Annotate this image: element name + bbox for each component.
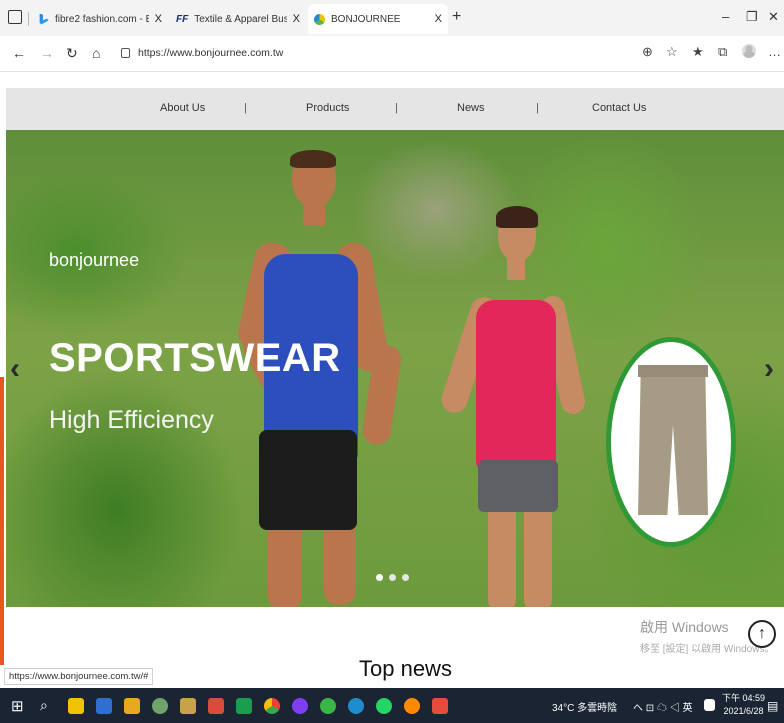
back-icon[interactable]: ← bbox=[12, 45, 26, 61]
runner-woman-hair bbox=[496, 206, 538, 228]
forward-icon[interactable]: → bbox=[40, 45, 54, 61]
address-bar-input[interactable]: https://www.bonjournee.com.tw bbox=[138, 47, 283, 59]
new-tab-button[interactable]: + bbox=[452, 8, 461, 26]
top-news-heading: Top news bbox=[359, 656, 452, 681]
hero-carousel: bonjournee SPORTSWEAR High Efficiency ‹ … bbox=[6, 130, 784, 607]
runner-woman-leg bbox=[524, 502, 552, 607]
ime-icon[interactable] bbox=[704, 699, 715, 711]
profile-avatar[interactable] bbox=[742, 44, 756, 58]
app-icon[interactable] bbox=[180, 698, 196, 714]
nav-products[interactable]: Products bbox=[306, 102, 349, 114]
bing-icon bbox=[39, 13, 49, 25]
scroll-to-top-button[interactable]: ↑ bbox=[748, 620, 776, 648]
app-icon[interactable] bbox=[432, 698, 448, 714]
nav-separator: | bbox=[536, 102, 539, 114]
carousel-indicators bbox=[376, 574, 409, 581]
nav-contact-us[interactable]: Contact Us bbox=[592, 102, 646, 114]
tab-close-button[interactable]: X bbox=[435, 13, 442, 25]
hero-title: SPORTSWEAR bbox=[49, 336, 341, 380]
taskbar-clock[interactable]: 下午 04:59 2021/6/28 bbox=[722, 692, 765, 718]
tab-close-button[interactable]: X bbox=[155, 13, 162, 25]
hero-subtitle: High Efficiency bbox=[49, 406, 214, 434]
messenger-icon[interactable] bbox=[292, 698, 308, 714]
runner-man-shorts bbox=[259, 430, 357, 530]
minimize-button[interactable]: – bbox=[722, 9, 729, 24]
app-icon[interactable] bbox=[236, 698, 252, 714]
tab-label: fibre2 fashion.com - Bing bbox=[55, 13, 149, 25]
side-accent-bar bbox=[0, 377, 4, 665]
nav-separator: | bbox=[244, 102, 247, 114]
tab-fibre2fashion[interactable]: FF Textile & Apparel Business Soluti X bbox=[170, 4, 306, 34]
clock-time: 下午 04:59 bbox=[722, 693, 766, 703]
shorts-waistband bbox=[638, 365, 708, 377]
clock-date: 2021/6/28 bbox=[723, 706, 764, 716]
carousel-dot[interactable] bbox=[376, 574, 383, 581]
app-icon[interactable] bbox=[320, 698, 336, 714]
windows-activation-title: 啟用 Windows bbox=[640, 619, 729, 635]
nav-about-us[interactable]: About Us bbox=[160, 102, 205, 114]
carousel-dot[interactable] bbox=[389, 574, 396, 581]
chrome-icon[interactable] bbox=[264, 698, 280, 714]
nav-news[interactable]: News bbox=[457, 102, 485, 114]
store-icon[interactable] bbox=[68, 698, 84, 714]
carousel-prev-arrow-icon[interactable]: ‹ bbox=[10, 352, 20, 386]
hero-brand: bonjournee bbox=[49, 250, 140, 270]
tab-divider bbox=[28, 12, 29, 26]
restore-button[interactable]: ❐ bbox=[746, 9, 758, 25]
edge-icon[interactable] bbox=[348, 698, 364, 714]
zoom-icon[interactable]: ⊕ bbox=[642, 44, 653, 60]
browser-toolbar: ← → ↻ ⌂ https://www.bonjournee.com.tw ⊕ … bbox=[0, 36, 784, 72]
weather-widget[interactable]: 34°C 多雲時陰 bbox=[552, 699, 617, 714]
folder-icon[interactable] bbox=[124, 698, 140, 714]
file-explorer-icon[interactable] bbox=[96, 698, 112, 714]
runner-man-leg bbox=[268, 520, 302, 607]
tab-actions-icon[interactable] bbox=[8, 10, 22, 24]
favorites-icon[interactable]: ★ bbox=[692, 44, 704, 60]
home-icon[interactable]: ⌂ bbox=[92, 45, 100, 61]
runner-woman-shorts bbox=[478, 460, 558, 512]
notification-icon[interactable]: ▤ bbox=[767, 699, 778, 713]
app-icon[interactable] bbox=[208, 698, 224, 714]
tab-label: BONJOURNEE bbox=[331, 13, 401, 25]
windows-taskbar: ⊞ ⌕ 34°C 多雲時陰 へ ⊡ ☁ ◁ 英 下午 04:59 2021/6/… bbox=[0, 688, 784, 723]
web-page: About Us | Products | News | Contact Us bbox=[0, 72, 784, 665]
add-favorite-icon[interactable]: ☆ bbox=[666, 44, 678, 60]
system-tray-icons[interactable]: へ ⊡ ☁ ◁ 英 bbox=[633, 699, 693, 714]
runner-man-hair bbox=[290, 150, 336, 168]
carousel-next-arrow-icon[interactable]: › bbox=[764, 352, 774, 386]
browser-tab-strip: fibre2 fashion.com - Bing X FF Textile &… bbox=[0, 0, 784, 36]
more-menu-icon[interactable]: … bbox=[768, 44, 781, 59]
nav-separator: | bbox=[395, 102, 398, 114]
windows-start-icon[interactable]: ⊞ bbox=[11, 697, 24, 715]
runner-woman-leg bbox=[488, 502, 516, 607]
site-navigation: About Us | Products | News | Contact Us bbox=[6, 88, 784, 130]
collections-icon[interactable]: ⧉ bbox=[718, 44, 727, 60]
refresh-icon[interactable]: ↻ bbox=[66, 45, 78, 62]
status-bar-url: https://www.bonjournee.com.tw/# bbox=[4, 668, 154, 685]
tab-bing[interactable]: fibre2 fashion.com - Bing X bbox=[32, 4, 168, 34]
runner-woman-pink-tank bbox=[476, 300, 556, 470]
close-window-button[interactable]: ✕ bbox=[768, 9, 779, 25]
carousel-dot[interactable] bbox=[402, 574, 409, 581]
app-icon[interactable] bbox=[404, 698, 420, 714]
tab-close-button[interactable]: X bbox=[293, 13, 300, 25]
search-icon[interactable]: ⌕ bbox=[40, 697, 48, 714]
app-icon[interactable] bbox=[152, 698, 168, 714]
bonjournee-icon bbox=[314, 13, 325, 25]
whatsapp-icon[interactable] bbox=[376, 698, 392, 714]
fibre2fashion-icon: FF bbox=[176, 13, 189, 25]
lock-icon[interactable] bbox=[121, 48, 130, 58]
tab-label: Textile & Apparel Business Soluti bbox=[194, 13, 287, 25]
tab-bonjournee[interactable]: BONJOURNEE X bbox=[308, 4, 448, 34]
